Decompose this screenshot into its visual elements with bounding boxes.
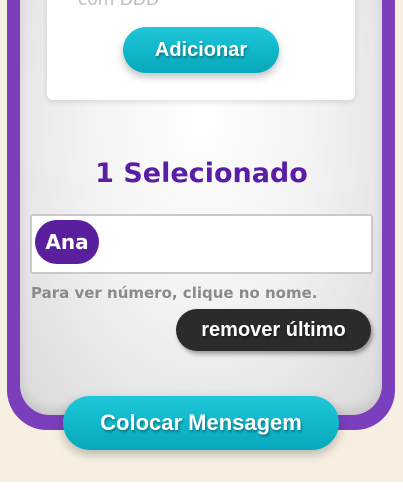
compose-message-button[interactable]: Colocar Mensagem	[63, 396, 339, 450]
selected-contacts-box: Ana	[30, 214, 373, 274]
phone-input-card[interactable]: com DDD Adicionar	[47, 0, 355, 100]
contact-chip[interactable]: Ana	[35, 220, 99, 264]
phone-input-placeholder[interactable]: com DDD	[78, 0, 159, 9]
hint-text: Para ver número, clique no nome.	[31, 284, 318, 302]
remove-last-button[interactable]: remover último	[176, 309, 371, 351]
add-button[interactable]: Adicionar	[123, 27, 279, 73]
bottom-strip	[0, 482, 403, 490]
selected-count-title: 1 Selecionado	[95, 158, 308, 189]
